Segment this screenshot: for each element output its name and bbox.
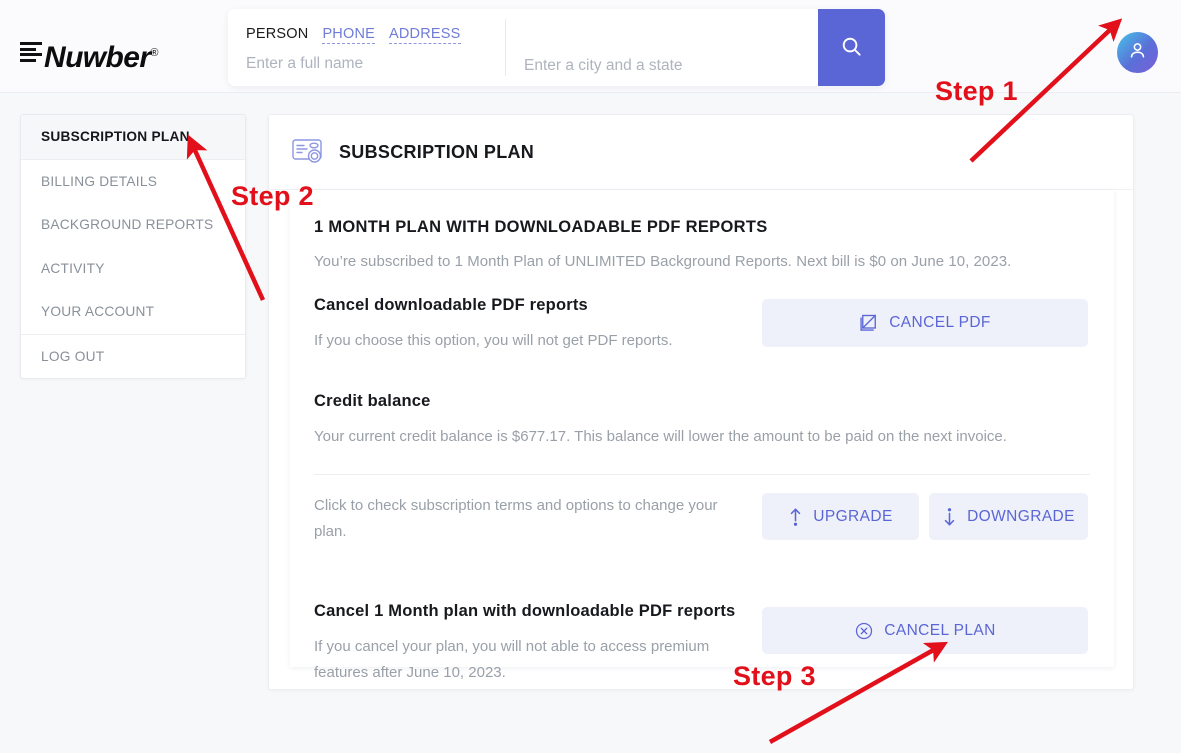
sidebar-item-label: BACKGROUND REPORTS: [41, 217, 214, 233]
sidebar-item-label: ACTIVITY: [41, 260, 105, 276]
cancel-pdf-button[interactable]: CANCEL PDF: [762, 299, 1088, 347]
search-button[interactable]: [818, 9, 885, 86]
account-sidebar: SUBSCRIPTION PLAN BILLING DETAILS BACKGR…: [20, 114, 246, 379]
button-label: CANCEL PLAN: [884, 621, 996, 639]
plan-description: You’re subscribed to 1 Month Plan of UNL…: [314, 253, 1012, 270]
circle-x-icon: [854, 621, 874, 641]
page-header: Nuwber® PERSON PHONE ADDRESS: [0, 0, 1181, 93]
arrow-down-icon: [942, 507, 957, 527]
section-cancel-pdf: Cancel downloadable PDF reports If you c…: [314, 296, 1090, 358]
plan-details-panel: 1 MONTH PLAN WITH DOWNLOADABLE PDF REPOR…: [290, 190, 1114, 681]
sidebar-item-label: YOUR ACCOUNT: [41, 304, 155, 320]
flag-icon: [20, 42, 42, 62]
subscription-card-icon: [291, 137, 327, 167]
search-icon: [840, 35, 863, 61]
section-divider: [314, 474, 1090, 475]
section-text: If you choose this option, you will not …: [314, 332, 673, 349]
search-location-input[interactable]: [524, 54, 814, 78]
section-text: Your current credit balance is $677.17. …: [314, 428, 1007, 445]
upgrade-button[interactable]: UPGRADE: [762, 493, 919, 540]
sidebar-item-log-out[interactable]: LOG OUT: [21, 334, 245, 378]
cancel-plan-button[interactable]: CANCEL PLAN: [762, 607, 1088, 654]
nuwber-logo[interactable]: Nuwber®: [20, 38, 159, 74]
sidebar-item-label: BILLING DETAILS: [41, 173, 158, 189]
sidebar-item-activity[interactable]: ACTIVITY: [21, 246, 245, 290]
section-text: If you cancel your plan, you will not ab…: [314, 638, 710, 681]
header-divider: [0, 92, 1181, 93]
tab-person[interactable]: PERSON: [246, 26, 308, 43]
search-name-input[interactable]: [246, 52, 486, 76]
search-person-section: PERSON PHONE ADDRESS: [228, 9, 505, 86]
account-avatar[interactable]: [1117, 32, 1158, 73]
sidebar-item-background-reports[interactable]: BACKGROUND REPORTS: [21, 203, 245, 247]
sidebar-item-label: LOG OUT: [41, 348, 105, 364]
button-label: CANCEL PDF: [889, 314, 991, 331]
sidebar-item-subscription-plan[interactable]: SUBSCRIPTION PLAN: [21, 115, 245, 159]
tab-address[interactable]: ADDRESS: [389, 26, 461, 44]
card-header: SUBSCRIPTION PLAN: [269, 115, 1133, 190]
section-heading: Credit balance: [314, 392, 431, 410]
sidebar-item-your-account[interactable]: YOUR ACCOUNT: [21, 290, 245, 334]
section-text: Click to check subscription terms and op…: [314, 497, 718, 540]
button-label: DOWNGRADE: [967, 507, 1075, 525]
search-bar: PERSON PHONE ADDRESS: [228, 9, 885, 86]
search-location-section: [506, 9, 885, 86]
section-cancel-plan: Cancel 1 Month plan with downloadable PD…: [314, 602, 1090, 686]
sidebar-item-label: SUBSCRIPTION PLAN: [41, 129, 190, 145]
button-label: UPGRADE: [813, 507, 893, 525]
sidebar-item-billing-details[interactable]: BILLING DETAILS: [21, 159, 245, 203]
tab-phone[interactable]: PHONE: [322, 26, 376, 44]
registered-mark: ®: [150, 47, 158, 59]
search-type-tabs: PERSON PHONE ADDRESS: [246, 26, 461, 44]
downgrade-button[interactable]: DOWNGRADE: [929, 493, 1088, 540]
section-change-plan: Click to check subscription terms and op…: [314, 493, 1090, 555]
cancel-pdf-icon: [859, 313, 879, 333]
user-avatar-icon: [1127, 40, 1148, 66]
logo-text: Nuwber®: [44, 41, 159, 74]
arrow-up-icon: [788, 507, 803, 527]
subscription-plan-card: SUBSCRIPTION PLAN 1 MONTH PLAN WITH DOWN…: [268, 114, 1134, 690]
section-credit-balance: Credit balance Your current credit balan…: [314, 392, 1090, 475]
plan-title: 1 MONTH PLAN WITH DOWNLOADABLE PDF REPOR…: [314, 218, 768, 236]
page-root: Nuwber® PERSON PHONE ADDRESS Enter a ful…: [0, 0, 1181, 753]
page-title: SUBSCRIPTION PLAN: [339, 141, 535, 162]
